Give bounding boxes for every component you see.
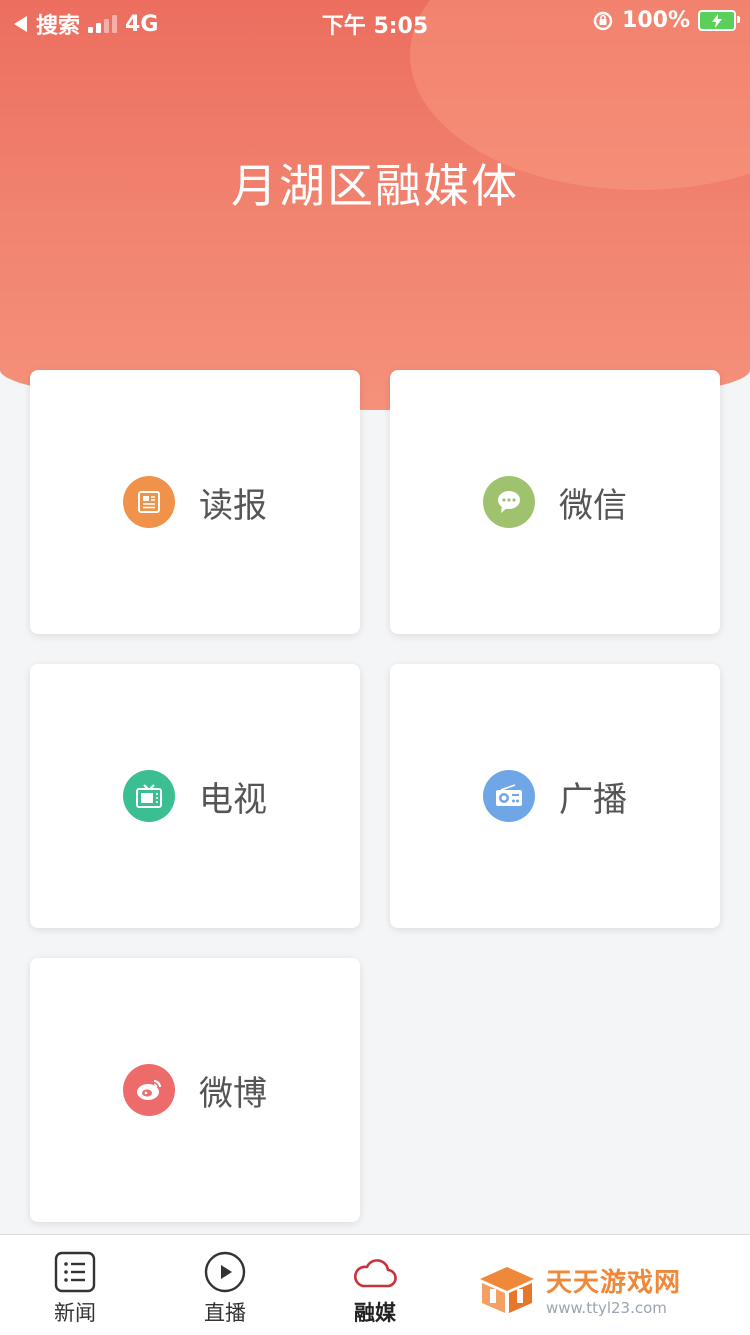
- charging-bolt-icon: [712, 13, 722, 28]
- card-label-radio: 广播: [559, 779, 627, 820]
- card-weibo[interactable]: 微博: [30, 958, 360, 1222]
- card-label-wechat: 微信: [559, 485, 627, 526]
- card-radio[interactable]: 广播: [390, 664, 720, 928]
- tab-label-live: 直播: [204, 1301, 246, 1325]
- weibo-icon: [123, 1064, 175, 1116]
- list-icon: [54, 1251, 96, 1293]
- watermark-logo: 天天游戏网 www.ttyl23.com: [478, 1262, 681, 1317]
- radio-icon: [483, 770, 535, 822]
- card-label-weibo: 微博: [199, 1073, 267, 1114]
- tab-label-media: 融媒: [354, 1300, 396, 1325]
- cloud-icon: [354, 1259, 397, 1288]
- card-label-tv: 电视: [199, 779, 267, 820]
- orientation-lock-icon: [593, 11, 613, 30]
- play-icon: [204, 1251, 246, 1293]
- tab-label-news: 新闻: [54, 1301, 96, 1325]
- card-tv[interactable]: 电视: [30, 664, 360, 928]
- newspaper-icon: [123, 476, 175, 528]
- watermark-emblem-icon: [480, 1266, 534, 1313]
- watermark-title: 天天游戏网: [546, 1268, 682, 1298]
- tab-news[interactable]: 新闻: [0, 1235, 150, 1335]
- wechat-icon: [483, 476, 535, 528]
- battery-percent: 100%: [622, 8, 690, 33]
- card-label-newspaper: 读报: [199, 485, 267, 526]
- battery-icon: [698, 10, 740, 31]
- card-newspaper[interactable]: 读报: [30, 370, 360, 634]
- card-wechat[interactable]: 微信: [390, 370, 720, 634]
- tab-live[interactable]: 直播: [150, 1235, 300, 1335]
- status-bar: 搜索 4G 下午 5:05 100%: [0, 0, 750, 42]
- page-title: 月湖区融媒体: [231, 159, 519, 213]
- tv-icon: [123, 770, 175, 822]
- tab-media[interactable]: 融媒: [300, 1235, 450, 1335]
- watermark-url: www.ttyl23.com: [546, 1299, 667, 1317]
